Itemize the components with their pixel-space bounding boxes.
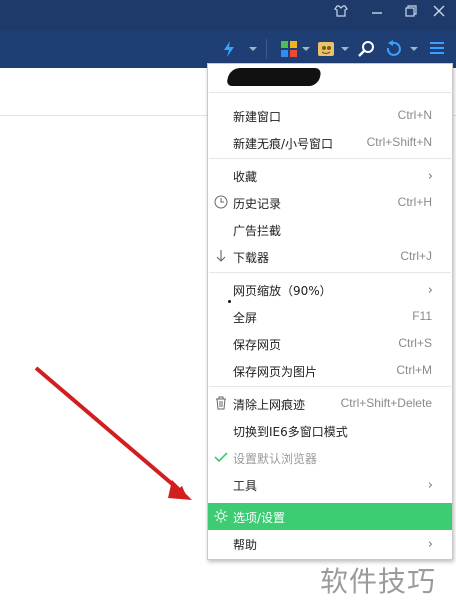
annotation-arrow (34, 366, 192, 500)
watermark-text: 软件技巧 (320, 565, 437, 598)
